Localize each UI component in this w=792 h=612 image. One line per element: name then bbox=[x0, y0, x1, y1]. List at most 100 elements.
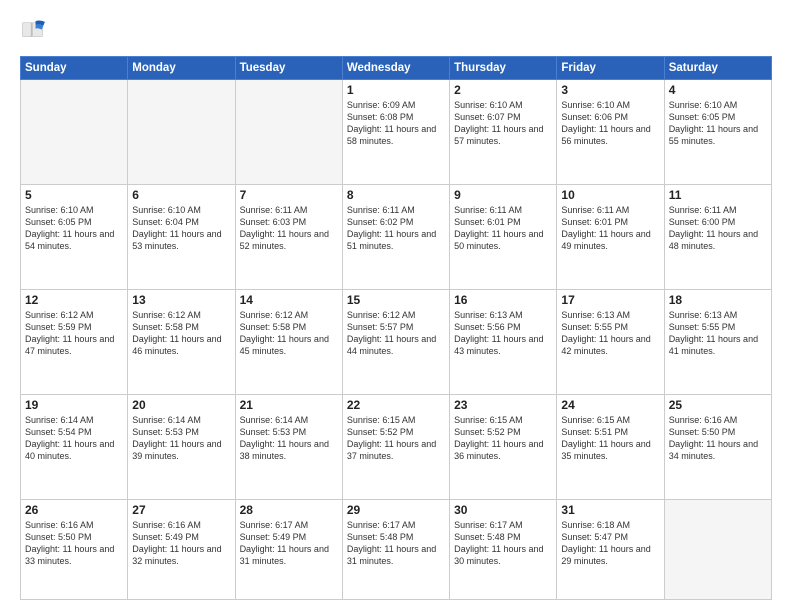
calendar-week-row: 19 Sunrise: 6:14 AMSunset: 5:54 PMDayligh… bbox=[21, 395, 772, 500]
day-number: 7 bbox=[240, 188, 338, 202]
cell-info: Sunrise: 6:16 AMSunset: 5:50 PMDaylight:… bbox=[669, 414, 767, 463]
calendar-cell: 5 Sunrise: 6:10 AMSunset: 6:05 PMDaylight… bbox=[21, 185, 128, 290]
cell-info: Sunrise: 6:12 AMSunset: 5:59 PMDaylight:… bbox=[25, 309, 123, 358]
calendar-cell: 4 Sunrise: 6:10 AMSunset: 6:05 PMDaylight… bbox=[664, 80, 771, 185]
calendar-cell: 26 Sunrise: 6:16 AMSunset: 5:50 PMDayligh… bbox=[21, 500, 128, 600]
cell-info: Sunrise: 6:11 AMSunset: 6:02 PMDaylight:… bbox=[347, 204, 445, 253]
cell-info: Sunrise: 6:13 AMSunset: 5:56 PMDaylight:… bbox=[454, 309, 552, 358]
day-number: 30 bbox=[454, 503, 552, 517]
day-number: 16 bbox=[454, 293, 552, 307]
day-number: 26 bbox=[25, 503, 123, 517]
calendar-cell bbox=[664, 500, 771, 600]
calendar-cell: 29 Sunrise: 6:17 AMSunset: 5:48 PMDayligh… bbox=[342, 500, 449, 600]
cell-info: Sunrise: 6:11 AMSunset: 6:01 PMDaylight:… bbox=[454, 204, 552, 253]
calendar-cell: 13 Sunrise: 6:12 AMSunset: 5:58 PMDayligh… bbox=[128, 290, 235, 395]
day-number: 13 bbox=[132, 293, 230, 307]
cell-info: Sunrise: 6:11 AMSunset: 6:00 PMDaylight:… bbox=[669, 204, 767, 253]
calendar-cell: 2Sunrise: 6:10 AMSunset: 6:07 PMDaylight… bbox=[450, 80, 557, 185]
cell-info: Sunrise: 6:12 AMSunset: 5:57 PMDaylight:… bbox=[347, 309, 445, 358]
col-monday: Monday bbox=[128, 57, 235, 80]
calendar-cell: 28 Sunrise: 6:17 AMSunset: 5:49 PMDayligh… bbox=[235, 500, 342, 600]
col-friday: Friday bbox=[557, 57, 664, 80]
day-number: 3 bbox=[561, 83, 659, 97]
calendar-header-row: Sunday Monday Tuesday Wednesday Thursday… bbox=[21, 57, 772, 80]
cell-info: Sunrise: 6:12 AMSunset: 5:58 PMDaylight:… bbox=[132, 309, 230, 358]
calendar-week-row: 12Sunrise: 6:12 AMSunset: 5:59 PMDayligh… bbox=[21, 290, 772, 395]
calendar-cell: 18 Sunrise: 6:13 AMSunset: 5:55 PMDayligh… bbox=[664, 290, 771, 395]
calendar-cell: 19 Sunrise: 6:14 AMSunset: 5:54 PMDayligh… bbox=[21, 395, 128, 500]
day-number: 19 bbox=[25, 398, 123, 412]
cell-info: Sunrise: 6:14 AMSunset: 5:53 PMDaylight:… bbox=[132, 414, 230, 463]
calendar-cell bbox=[235, 80, 342, 185]
calendar-cell: 31Sunrise: 6:18 AMSunset: 5:47 PMDayligh… bbox=[557, 500, 664, 600]
logo bbox=[20, 18, 52, 46]
calendar-week-row: 26 Sunrise: 6:16 AMSunset: 5:50 PMDayligh… bbox=[21, 500, 772, 600]
cell-info: Sunrise: 6:10 AMSunset: 6:06 PMDaylight:… bbox=[561, 99, 659, 148]
day-number: 11 bbox=[669, 188, 767, 202]
calendar-cell: 3 Sunrise: 6:10 AMSunset: 6:06 PMDaylight… bbox=[557, 80, 664, 185]
cell-info: Sunrise: 6:10 AMSunset: 6:05 PMDaylight:… bbox=[669, 99, 767, 148]
cell-info: Sunrise: 6:13 AMSunset: 5:55 PMDaylight:… bbox=[669, 309, 767, 358]
calendar-cell: 10 Sunrise: 6:11 AMSunset: 6:01 PMDayligh… bbox=[557, 185, 664, 290]
calendar-cell: 1 Sunrise: 6:09 AMSunset: 6:08 PMDaylight… bbox=[342, 80, 449, 185]
cell-info: Sunrise: 6:09 AMSunset: 6:08 PMDaylight:… bbox=[347, 99, 445, 148]
day-number: 9 bbox=[454, 188, 552, 202]
page: Sunday Monday Tuesday Wednesday Thursday… bbox=[0, 0, 792, 612]
col-thursday: Thursday bbox=[450, 57, 557, 80]
cell-info: Sunrise: 6:10 AMSunset: 6:05 PMDaylight:… bbox=[25, 204, 123, 253]
calendar-cell: 21Sunrise: 6:14 AMSunset: 5:53 PMDayligh… bbox=[235, 395, 342, 500]
calendar-table: Sunday Monday Tuesday Wednesday Thursday… bbox=[20, 56, 772, 600]
cell-info: Sunrise: 6:11 AMSunset: 6:01 PMDaylight:… bbox=[561, 204, 659, 253]
day-number: 29 bbox=[347, 503, 445, 517]
calendar-cell bbox=[21, 80, 128, 185]
col-sunday: Sunday bbox=[21, 57, 128, 80]
day-number: 1 bbox=[347, 83, 445, 97]
day-number: 20 bbox=[132, 398, 230, 412]
day-number: 14 bbox=[240, 293, 338, 307]
calendar-cell: 25 Sunrise: 6:16 AMSunset: 5:50 PMDayligh… bbox=[664, 395, 771, 500]
cell-info: Sunrise: 6:10 AMSunset: 6:04 PMDaylight:… bbox=[132, 204, 230, 253]
day-number: 25 bbox=[669, 398, 767, 412]
calendar-cell: 6Sunrise: 6:10 AMSunset: 6:04 PMDaylight… bbox=[128, 185, 235, 290]
cell-info: Sunrise: 6:14 AMSunset: 5:54 PMDaylight:… bbox=[25, 414, 123, 463]
calendar-cell: 8 Sunrise: 6:11 AMSunset: 6:02 PMDaylight… bbox=[342, 185, 449, 290]
calendar-cell: 9 Sunrise: 6:11 AMSunset: 6:01 PMDaylight… bbox=[450, 185, 557, 290]
day-number: 31 bbox=[561, 503, 659, 517]
cell-info: Sunrise: 6:14 AMSunset: 5:53 PMDaylight:… bbox=[240, 414, 338, 463]
logo-icon bbox=[20, 18, 48, 46]
day-number: 5 bbox=[25, 188, 123, 202]
day-number: 22 bbox=[347, 398, 445, 412]
cell-info: Sunrise: 6:17 AMSunset: 5:48 PMDaylight:… bbox=[347, 519, 445, 568]
day-number: 15 bbox=[347, 293, 445, 307]
day-number: 18 bbox=[669, 293, 767, 307]
calendar-cell: 16 Sunrise: 6:13 AMSunset: 5:56 PMDayligh… bbox=[450, 290, 557, 395]
calendar-cell: 20 Sunrise: 6:14 AMSunset: 5:53 PMDayligh… bbox=[128, 395, 235, 500]
cell-info: Sunrise: 6:16 AMSunset: 5:50 PMDaylight:… bbox=[25, 519, 123, 568]
calendar-cell: 22Sunrise: 6:15 AMSunset: 5:52 PMDayligh… bbox=[342, 395, 449, 500]
calendar-cell bbox=[128, 80, 235, 185]
day-number: 27 bbox=[132, 503, 230, 517]
day-number: 23 bbox=[454, 398, 552, 412]
header bbox=[20, 18, 772, 46]
calendar-cell: 27Sunrise: 6:16 AMSunset: 5:49 PMDayligh… bbox=[128, 500, 235, 600]
cell-info: Sunrise: 6:13 AMSunset: 5:55 PMDaylight:… bbox=[561, 309, 659, 358]
col-saturday: Saturday bbox=[664, 57, 771, 80]
day-number: 17 bbox=[561, 293, 659, 307]
calendar-cell: 30 Sunrise: 6:17 AMSunset: 5:48 PMDayligh… bbox=[450, 500, 557, 600]
calendar-cell: 14Sunrise: 6:12 AMSunset: 5:58 PMDayligh… bbox=[235, 290, 342, 395]
calendar-cell: 11 Sunrise: 6:11 AMSunset: 6:00 PMDayligh… bbox=[664, 185, 771, 290]
cell-info: Sunrise: 6:17 AMSunset: 5:48 PMDaylight:… bbox=[454, 519, 552, 568]
cell-info: Sunrise: 6:17 AMSunset: 5:49 PMDaylight:… bbox=[240, 519, 338, 568]
cell-info: Sunrise: 6:10 AMSunset: 6:07 PMDaylight:… bbox=[454, 99, 552, 148]
day-number: 10 bbox=[561, 188, 659, 202]
day-number: 4 bbox=[669, 83, 767, 97]
calendar-cell: 15 Sunrise: 6:12 AMSunset: 5:57 PMDayligh… bbox=[342, 290, 449, 395]
cell-info: Sunrise: 6:15 AMSunset: 5:51 PMDaylight:… bbox=[561, 414, 659, 463]
cell-info: Sunrise: 6:11 AMSunset: 6:03 PMDaylight:… bbox=[240, 204, 338, 253]
day-number: 28 bbox=[240, 503, 338, 517]
calendar-cell: 17 Sunrise: 6:13 AMSunset: 5:55 PMDayligh… bbox=[557, 290, 664, 395]
cell-info: Sunrise: 6:15 AMSunset: 5:52 PMDaylight:… bbox=[454, 414, 552, 463]
calendar-cell: 7 Sunrise: 6:11 AMSunset: 6:03 PMDaylight… bbox=[235, 185, 342, 290]
calendar-week-row: 5 Sunrise: 6:10 AMSunset: 6:05 PMDaylight… bbox=[21, 185, 772, 290]
day-number: 8 bbox=[347, 188, 445, 202]
